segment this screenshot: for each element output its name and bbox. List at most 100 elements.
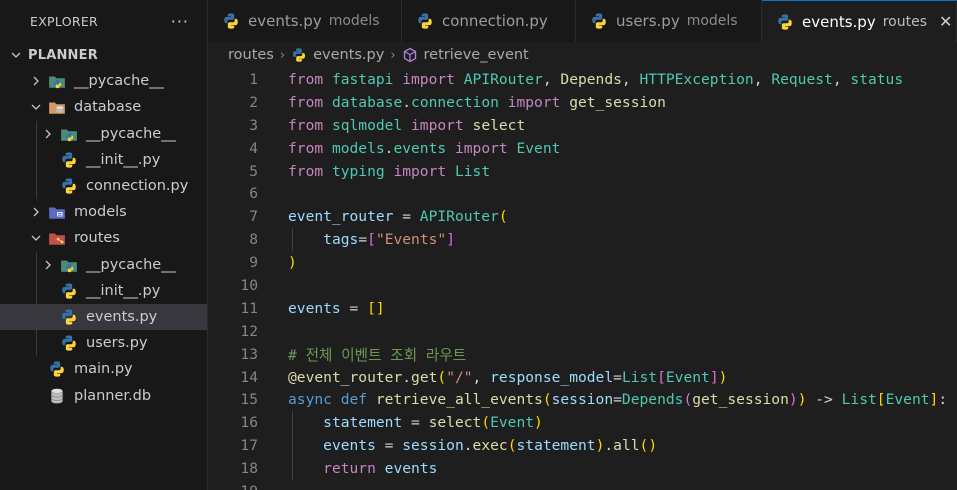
line-number: 3 (249, 116, 258, 134)
code-token: -> (806, 391, 842, 409)
code-line[interactable]: 3 from sqlmodel import select (208, 114, 957, 137)
line-number: 5 (249, 162, 258, 180)
code-line[interactable]: 8 tags=["Events"] (208, 228, 957, 252)
tree-item[interactable]: models (0, 199, 207, 225)
chevron-down-icon[interactable] (28, 230, 44, 246)
code-token: return (323, 460, 385, 478)
code-token: events (323, 437, 376, 455)
chevron-right-icon[interactable] (28, 204, 44, 220)
close-icon[interactable]: ✕ (939, 12, 952, 31)
code-token: , (832, 70, 851, 88)
code-token: response_model (490, 368, 614, 386)
python-file-icon (60, 177, 78, 195)
tree-item[interactable]: main.py (0, 356, 207, 382)
tree-item[interactable]: events.py (0, 303, 207, 331)
code-token: List (454, 162, 491, 180)
tab-events-py-models[interactable]: events.py models (208, 0, 402, 42)
line-number: 14 (240, 368, 258, 386)
python-file-icon (222, 12, 240, 30)
tree-item-label: main.py (74, 361, 133, 378)
code-line[interactable]: 17 events = session.exec(statement).all(… (208, 434, 957, 458)
code-token: ( (507, 437, 517, 455)
chevron-right-icon[interactable] (28, 73, 44, 89)
code-token: session (402, 437, 464, 455)
breadcrumb-symbol[interactable]: retrieve_event (424, 47, 529, 63)
code-token: . (402, 93, 412, 111)
breadcrumb-file[interactable]: events.py (313, 47, 384, 63)
code-token: = (375, 437, 403, 455)
tree-item[interactable]: __init__.py (0, 277, 207, 304)
code-line[interactable]: 15 async def retrieve_all_events(session=… (208, 388, 957, 411)
tree-item[interactable]: database (0, 94, 207, 120)
tab-label: users.py (616, 12, 680, 30)
tab-events-py-routes[interactable]: events.py routes ✕ (762, 0, 957, 42)
code-token: models (331, 139, 385, 157)
tree-item-label: __pycache__ (86, 125, 176, 142)
breadcrumb-folder[interactable]: routes (228, 47, 274, 63)
code-token: [ (367, 231, 376, 249)
code-line[interactable]: 9) (208, 251, 957, 274)
code-line[interactable]: 11 events = [] (208, 297, 957, 320)
code-token: [] (367, 299, 385, 317)
tab-description: models (686, 13, 738, 29)
code-line[interactable]: 10 (208, 274, 957, 297)
code-line[interactable]: 6 (208, 182, 957, 205)
code-line[interactable]: 1 from fastapi import APIRouter, Depends,… (208, 68, 957, 91)
code-token: connection (411, 93, 508, 111)
code-line[interactable]: 4 from models.events import Event (208, 137, 957, 160)
tree-item-label: connection.py (86, 178, 189, 195)
database-folder-icon (48, 98, 66, 116)
code-token: ( (498, 208, 508, 226)
code-line[interactable]: 19 (208, 480, 957, 490)
code-text: ) (288, 254, 297, 271)
code-text: from models.events import Event (288, 140, 560, 157)
code-token: "/" (446, 368, 473, 386)
chevron-down-icon[interactable] (8, 47, 24, 63)
tree-item-label: events.py (86, 308, 158, 325)
code-line[interactable]: 7 event_router = APIRouter( (208, 205, 957, 228)
line-number: 10 (240, 276, 258, 294)
tab-connection-py[interactable]: connection.py (402, 0, 576, 42)
code-token: List (841, 391, 877, 409)
python-file-icon (416, 12, 434, 30)
tree-item[interactable]: __init__.py (0, 146, 207, 173)
code-token: from (288, 70, 332, 88)
code-token: "Events" (375, 231, 447, 249)
code-token: exec (472, 437, 508, 455)
code-editor[interactable]: 1 from fastapi import APIRouter, Depends,… (208, 68, 957, 490)
tree-item[interactable]: __pycache__ (0, 251, 207, 278)
chevron-down-icon[interactable] (28, 99, 44, 115)
python-file-icon (60, 334, 78, 352)
code-line[interactable]: 12 (208, 320, 957, 343)
tree-item[interactable]: __pycache__ (0, 68, 207, 94)
tab-users-py-models[interactable]: users.py models (576, 0, 762, 42)
chevron-right-icon[interactable] (40, 126, 56, 142)
code-token: ] (446, 231, 455, 249)
code-token: select (472, 116, 526, 134)
code-line[interactable]: 5 from typing import List (208, 160, 957, 183)
code-line[interactable]: 2 from database.connection import get_ses… (208, 91, 957, 114)
line-number: 2 (249, 93, 258, 111)
code-token: from (288, 162, 332, 180)
tree-item[interactable]: planner.db (0, 382, 207, 408)
tree-item[interactable]: users.py (0, 330, 207, 357)
code-line[interactable]: 14 @event_router.get("/", response_model=… (208, 366, 957, 389)
tree-root-planner[interactable]: PLANNER (0, 42, 207, 68)
code-line[interactable]: 13 # 전체 이벤트 조회 라우트 (208, 343, 957, 366)
tree-item[interactable]: routes (0, 225, 207, 251)
tree-item[interactable]: __pycache__ (0, 120, 207, 147)
code-text: from sqlmodel import select (288, 117, 525, 134)
line-number: 19 (208, 483, 258, 490)
indent-guide (36, 120, 37, 147)
code-token: : (938, 391, 948, 409)
tree-item[interactable]: connection.py (0, 172, 207, 200)
code-line[interactable]: 16 statement = select(Event) (208, 411, 957, 435)
chevron-right-icon[interactable] (40, 257, 56, 273)
breadcrumb: routes › events.py › retrieve_event (208, 42, 957, 68)
code-text: from typing import List (288, 163, 490, 180)
code-line[interactable]: 18 return events (208, 457, 957, 481)
more-actions-icon[interactable]: ··· (171, 12, 189, 31)
